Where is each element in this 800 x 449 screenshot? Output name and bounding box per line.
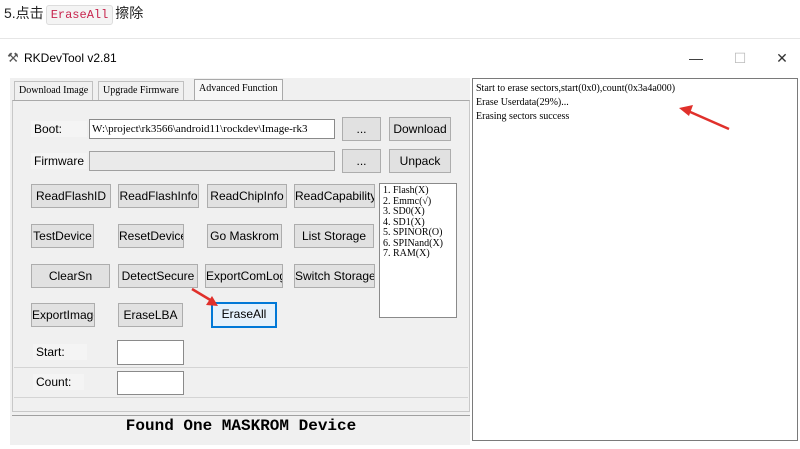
- read-chip-info-button[interactable]: ReadChipInfo: [207, 184, 287, 208]
- storage-list-item[interactable]: 5. SPINOR(O): [383, 227, 453, 239]
- divider: [14, 397, 468, 398]
- count-label: Count:: [33, 374, 84, 390]
- step-prefix: 5.点击: [4, 5, 44, 21]
- minimize-button[interactable]: —: [676, 46, 716, 70]
- read-capability-button[interactable]: ReadCapability: [294, 184, 375, 208]
- boot-path-field[interactable]: W:\project\rk3566\android11\rockdev\Imag…: [89, 119, 335, 139]
- storage-list-item[interactable]: 1. Flash(X): [383, 185, 453, 197]
- reset-device-button[interactable]: ResetDevice: [118, 224, 184, 248]
- step-code: EraseAll: [45, 5, 114, 25]
- boot-label: Boot:: [31, 121, 87, 137]
- erase-all-button[interactable]: EraseAll: [211, 302, 277, 328]
- log-line: Erase Userdata(29%)...: [476, 97, 569, 108]
- storage-list-item[interactable]: 7. RAM(X): [383, 248, 453, 260]
- read-flash-info-button[interactable]: ReadFlashInfo: [118, 184, 199, 208]
- divider: [14, 367, 468, 368]
- window-title: RKDevTool v2.81: [24, 51, 117, 65]
- firmware-path-field[interactable]: [89, 151, 335, 171]
- step-suffix: 擦除: [115, 5, 144, 21]
- log-panel[interactable]: Start to erase sectors,start(0x0),count(…: [472, 78, 798, 441]
- close-button[interactable]: ✕: [762, 46, 800, 70]
- storage-list[interactable]: 1. Flash(X) 2. Emmc(√) 3. SD0(X) 4. SD1(…: [379, 183, 457, 318]
- export-image-button[interactable]: ExportImage: [31, 303, 95, 327]
- log-line: Start to erase sectors,start(0x0),count(…: [476, 83, 676, 94]
- clear-sn-button[interactable]: ClearSn: [31, 264, 110, 288]
- tab-upgrade-firmware[interactable]: Upgrade Firmware: [98, 81, 184, 100]
- tab-download-image[interactable]: Download Image: [14, 81, 94, 100]
- switch-storage-button[interactable]: Switch Storage: [294, 264, 375, 288]
- device-status: Found One MASKROM Device: [12, 415, 470, 436]
- step-instruction: 5.点击 EraseAll 擦除: [4, 2, 144, 25]
- start-label: Start:: [33, 344, 87, 360]
- start-field[interactable]: [117, 340, 184, 365]
- download-button[interactable]: Download: [389, 117, 451, 141]
- unpack-button[interactable]: Unpack: [389, 149, 451, 173]
- count-field[interactable]: [117, 371, 184, 395]
- boot-browse-button[interactable]: ...: [342, 117, 381, 141]
- divider: [0, 38, 800, 39]
- firmware-browse-button[interactable]: ...: [342, 149, 381, 173]
- storage-list-item[interactable]: 3. SD0(X): [383, 206, 453, 218]
- firmware-label: Firmware: [31, 153, 87, 169]
- tab-advanced-function[interactable]: Advanced Function: [194, 79, 283, 101]
- detect-secure-button[interactable]: DetectSecure: [118, 264, 198, 288]
- read-flash-id-button[interactable]: ReadFlashID: [31, 184, 111, 208]
- go-maskrom-button[interactable]: Go Maskrom: [207, 224, 282, 248]
- rk-tool-icon: ⚒: [7, 50, 19, 65]
- export-com-log-button[interactable]: ExportComLog: [205, 264, 283, 288]
- erase-lba-button[interactable]: EraseLBA: [118, 303, 183, 327]
- test-device-button[interactable]: TestDevice: [31, 224, 94, 248]
- log-line: Erasing sectors success: [476, 111, 570, 122]
- maximize-button[interactable]: ☐: [720, 46, 760, 70]
- list-storage-button[interactable]: List Storage: [294, 224, 374, 248]
